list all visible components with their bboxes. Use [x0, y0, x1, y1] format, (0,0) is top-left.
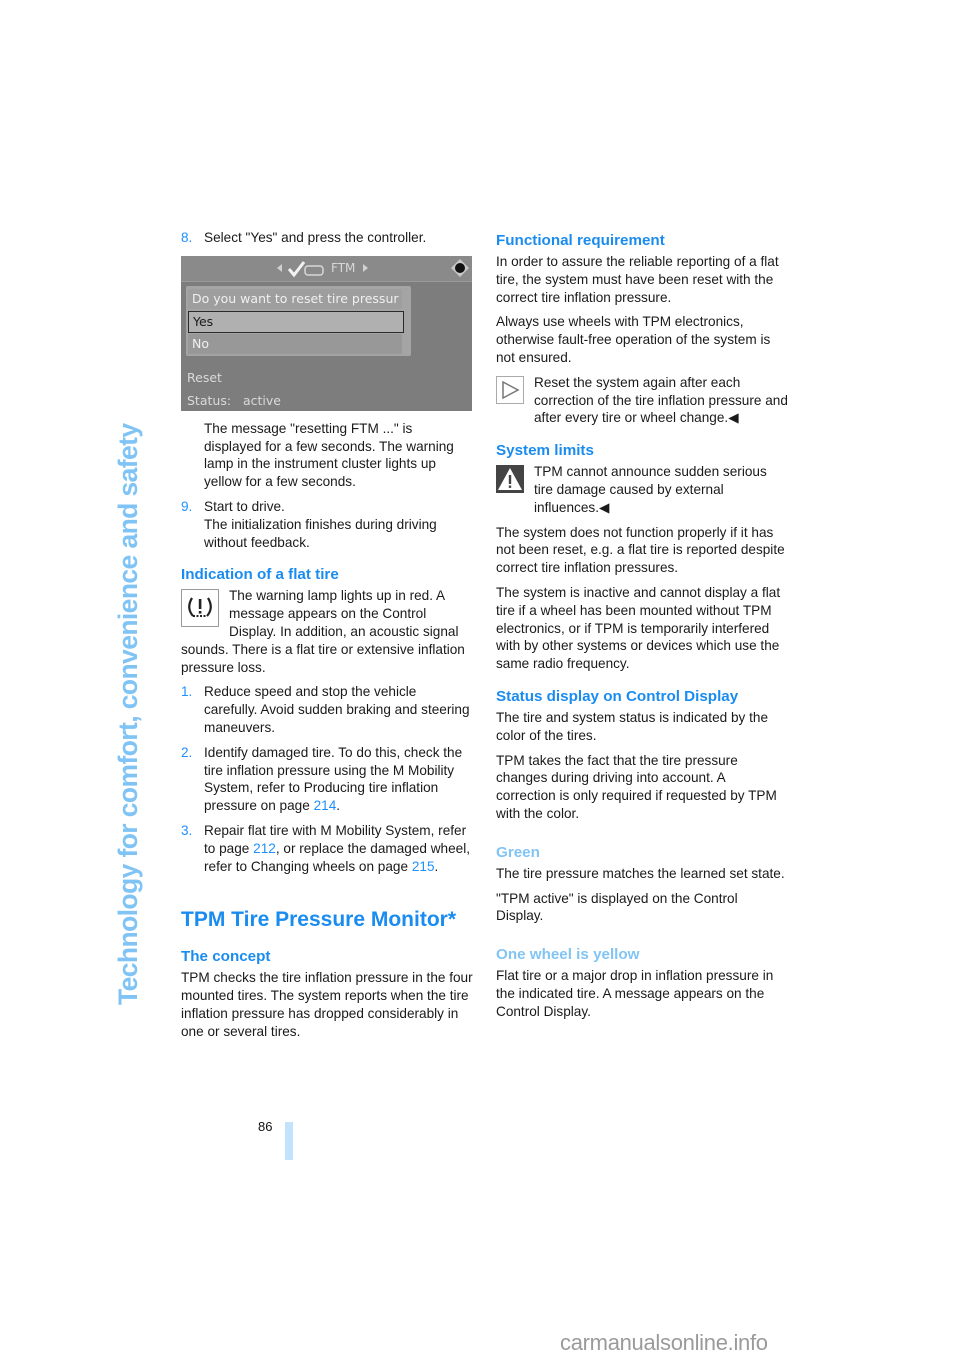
controller-icon: [451, 258, 469, 277]
page-link-214[interactable]: 214: [314, 798, 337, 813]
step-text: Start to drive.: [204, 498, 285, 514]
limits-text-1: The system does not function properly if…: [496, 524, 785, 576]
step-text-end: .: [434, 858, 439, 874]
flat-tire-warning: The warning lamp lights up in red. A mes…: [181, 587, 473, 676]
status-text-2: TPM takes the fact that the tire pressur…: [496, 752, 777, 821]
watermark: carmanualsonline.info: [560, 1330, 768, 1355]
step-number: 2.: [181, 744, 193, 760]
reset-label: Reset: [187, 369, 222, 385]
flat-step-3: 3. Repair flat tire with M Mobility Syst…: [181, 822, 473, 875]
step-9: 9. Start to drive. The initialization fi…: [181, 498, 473, 551]
arrow-right-icon: [363, 263, 368, 272]
page-link-215[interactable]: 215: [412, 859, 435, 874]
limits-warning: TPM cannot announce sudden serious tire …: [496, 463, 788, 516]
screen-title: FTM: [331, 260, 356, 275]
tire-pressure-warning-icon: [181, 589, 219, 632]
page-link-212[interactable]: 212: [253, 841, 276, 856]
status-text-1: The tire and system status is indicated …: [496, 709, 769, 743]
note-text: Reset the system again after each correc…: [534, 374, 788, 426]
end-mark: ◀: [599, 499, 610, 515]
subsection-heading-yellow: One wheel is yellow: [496, 946, 640, 964]
warning-triangle-icon: [496, 465, 524, 498]
control-display-screenshot: FTM Do you want to reset tire pressur Ye…: [181, 255, 472, 411]
page-number: 86: [258, 1119, 273, 1134]
warning-text: TPM cannot announce sudden serious tire …: [534, 464, 767, 515]
option-yes[interactable]: Yes: [188, 310, 404, 333]
status-label: Status: active: [187, 392, 281, 410]
step-text-detail: The initialization finishes during drivi…: [204, 516, 437, 550]
step-number: 1.: [181, 684, 193, 700]
concept-text: TPM checks the tire inflation pressure i…: [181, 970, 473, 1039]
left-column: 8. Select "Yes" and press the controller…: [181, 229, 473, 1048]
section-heading: Indication of a flat tire: [181, 566, 339, 584]
end-mark: ◀: [728, 410, 739, 426]
step-text: Select "Yes" and press the controller.: [204, 230, 427, 245]
step-text: Reduce speed and stop the vehicle carefu…: [204, 684, 470, 735]
screen-topbar: FTM: [181, 255, 472, 282]
status-value: active: [242, 392, 281, 408]
chapter-side-title: Technology for comfort, convenience and …: [113, 423, 143, 1005]
section-heading: Functional requirement: [496, 232, 665, 249]
section-heading: System limits: [496, 442, 594, 460]
flat-step-2: 2. Identify damaged tire. To do this, ch…: [181, 744, 473, 815]
step-text-end: .: [336, 798, 341, 814]
limits-text-2: The system is inactive and cannot displa…: [496, 584, 781, 672]
flat-tire-text: The warning lamp lights up in red. A mes…: [181, 588, 465, 675]
dialog-question: Do you want to reset tire pressur: [188, 288, 402, 309]
section-heading: The concept: [181, 948, 271, 966]
step-number: 3.: [181, 822, 193, 838]
flat-step-1: 1. Reduce speed and stop the vehicle car…: [181, 683, 473, 736]
right-column: Functional requirement In order to assur…: [496, 229, 788, 1028]
func-req-text-1: In order to assure the reliable reportin…: [496, 254, 779, 305]
step-number: 8.: [181, 230, 193, 245]
step-number: 9.: [181, 498, 193, 514]
section-heading: Status display on Control Display: [496, 687, 739, 705]
green-text-1: The tire pressure matches the learned se…: [496, 865, 785, 881]
func-req-note: Reset the system again after each correc…: [496, 374, 788, 427]
yellow-text: Flat tire or a major drop in inflation p…: [496, 968, 774, 1019]
subsection-heading-green: Green: [496, 843, 540, 861]
green-text-2: "TPM active" is displayed on the Control…: [496, 890, 738, 924]
tire-check-icon: [287, 260, 324, 278]
status-key: Status:: [187, 392, 232, 408]
page-marker-bar: [285, 1122, 293, 1160]
option-no[interactable]: No: [188, 333, 402, 354]
arrow-left-icon: [277, 263, 282, 272]
step-8-note: The message "resetting FTM ..." is displ…: [204, 420, 454, 490]
step-8: 8. Select "Yes" and press the controller…: [181, 229, 473, 247]
func-req-text-2: Always use wheels with TPM electronics, …: [496, 314, 771, 365]
note-play-icon: [496, 375, 524, 409]
reset-dialog: Do you want to reset tire pressur Yes No: [186, 285, 411, 356]
chapter-heading: TPM Tire Pressure Monitor*: [181, 908, 457, 932]
